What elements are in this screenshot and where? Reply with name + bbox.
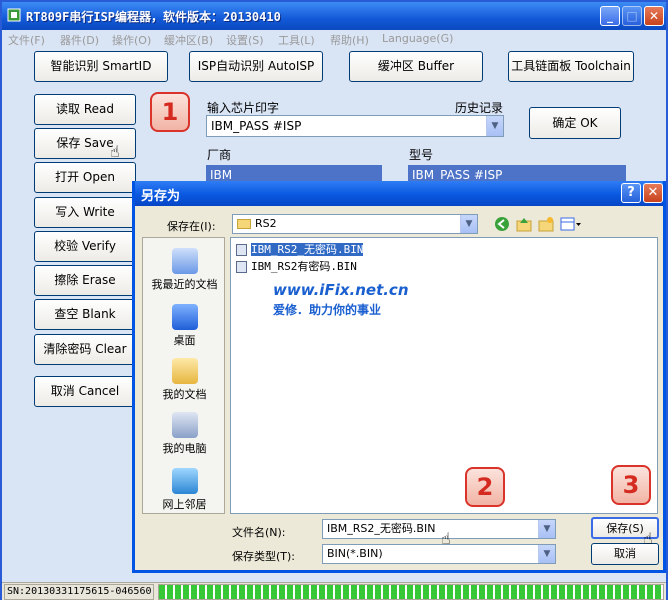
place-mycomputer[interactable]: 我的电脑 [143,412,226,456]
filetype-value: BIN(*.BIN) [327,547,383,560]
my-documents-icon [171,358,198,384]
hand-cursor-icon: ☝ [441,529,451,548]
verify-button[interactable]: 校验 Verify [34,231,136,262]
new-folder-icon[interactable] [538,216,554,235]
menu-buffer[interactable]: 缓冲区(B) [164,32,213,48]
watermark-site: www.iFix.net.cn [273,281,409,299]
close-button[interactable]: ✕ [644,6,664,26]
back-icon[interactable] [494,216,510,235]
desktop-icon [171,304,198,330]
maximize-button[interactable]: □ [622,6,642,26]
menu-settings[interactable]: 设置(S) [226,32,264,48]
save-in-combo[interactable]: RS2 ▼ [232,214,478,234]
serial-number: SN:20130331175615-046560 [4,584,154,600]
menu-bar: 文件(F) 器件(D) 操作(O) 缓冲区(B) 设置(S) 工具(L) 帮助(… [2,30,666,48]
file-list: IBM_RS2_无密码.BIN IBM_RS2有密码.BIN [230,237,658,514]
buffer-button[interactable]: 缓冲区 Buffer [349,51,483,82]
cancel-op-button[interactable]: 取消 Cancel [34,376,136,407]
save-as-dialog: 另存为 ? ✕ 保存在(I): RS2 ▼ 我最近的文档 桌面 我的文档 我的电… [132,181,666,573]
toolchain-button[interactable]: 工具链面板 Toolchain [508,51,634,82]
my-computer-icon [171,412,198,438]
status-bar: SN:20130331175615-046560 [2,582,666,600]
open-button[interactable]: 打开 Open [34,162,136,193]
network-icon [171,468,198,494]
place-mydocs-label: 我的文档 [162,388,207,401]
chevron-down-icon[interactable]: ▼ [486,116,503,136]
up-folder-icon[interactable] [516,216,532,235]
callout-3: 3 [611,465,651,505]
progress-bar [158,584,664,600]
help-button[interactable]: ? [621,183,641,203]
watermark-slogan: 爱修．助力你的事业 [273,303,382,317]
callout-1: 1 [150,92,190,132]
confirm-ok-button[interactable]: 确定 OK [529,107,621,139]
menu-language[interactable]: Language(G) [382,32,453,45]
title-bar: RT809F串行ISP编程器，软件版本：20130410 _ □ ✕ [2,2,666,30]
menu-operation[interactable]: 操作(O) [112,32,151,48]
dialog-close-button[interactable]: ✕ [643,183,663,203]
auto-isp-button[interactable]: ISP自动识别 AutoISP [189,51,323,82]
filename-value: IBM_RS2_无密码.BIN [327,522,436,535]
hand-cursor-icon: ☝ [643,529,653,548]
dialog-title: 另存为 [141,189,181,204]
view-menu-icon[interactable] [560,216,582,235]
save-button[interactable]: 保存 Save [34,128,136,159]
filename-label: 文件名(N): [232,526,286,539]
model-label: 型号 [409,148,434,162]
file-icon [236,261,247,273]
chevron-down-icon[interactable]: ▼ [538,545,555,563]
read-button[interactable]: 读取 Read [34,94,136,125]
menu-device[interactable]: 器件(D) [60,32,99,48]
filetype-select[interactable]: BIN(*.BIN) ▼ [322,544,556,564]
menu-help[interactable]: 帮助(H) [330,32,369,48]
chip-input-value: IBM_PASS #ISP [211,119,302,133]
erase-button[interactable]: 擦除 Erase [34,265,136,296]
file-icon [236,244,247,256]
chip-input-label: 输入芯片印字 [207,101,280,115]
place-recent-label: 我最近的文档 [151,278,218,291]
vendor-label: 厂商 [207,148,232,162]
recent-docs-icon [171,248,198,274]
write-button[interactable]: 写入 Write [34,197,136,228]
callout-2: 2 [465,467,505,507]
app-icon [7,8,21,22]
filetype-label: 保存类型(T): [232,550,296,563]
list-item[interactable]: IBM_RS2有密码.BIN [235,260,357,274]
file-name: IBM_RS2有密码.BIN [251,260,357,273]
place-network-label: 网上邻居 [162,498,207,511]
list-item[interactable]: IBM_RS2_无密码.BIN [235,243,364,257]
window-title: RT809F串行ISP编程器，软件版本：20130410 [26,10,281,24]
place-desktop[interactable]: 桌面 [143,304,226,348]
history-label: 历史记录 [455,101,504,115]
filename-field[interactable]: IBM_RS2_无密码.BIN ▼ [322,519,556,539]
blank-button[interactable]: 查空 Blank [34,299,136,330]
menu-file[interactable]: 文件(F) [8,32,45,48]
chevron-down-icon[interactable]: ▼ [460,215,477,233]
save-in-label: 保存在(I): [167,220,216,233]
menu-tools[interactable]: 工具(L) [278,32,315,48]
dialog-title-bar: 另存为 ? ✕ [135,181,663,206]
place-recent[interactable]: 我最近的文档 [143,248,226,292]
place-mycomputer-label: 我的电脑 [162,442,207,455]
place-network[interactable]: 网上邻居 [143,468,226,512]
place-desktop-label: 桌面 [173,334,196,347]
place-mydocs[interactable]: 我的文档 [143,358,226,402]
smart-id-button[interactable]: 智能识别 SmartID [34,51,168,82]
folder-icon [237,219,251,229]
clear-password-button[interactable]: 清除密码 Clear [34,334,136,365]
chip-input-combo[interactable]: IBM_PASS #ISP ▼ [206,115,504,137]
file-name: IBM_RS2_无密码.BIN [251,243,364,256]
hand-cursor-icon: ☝ [110,142,120,161]
chevron-down-icon[interactable]: ▼ [538,520,555,538]
save-in-value: RS2 [255,217,277,230]
places-bar: 我最近的文档 桌面 我的文档 我的电脑 网上邻居 [142,237,225,514]
minimize-button[interactable]: _ [600,6,620,26]
